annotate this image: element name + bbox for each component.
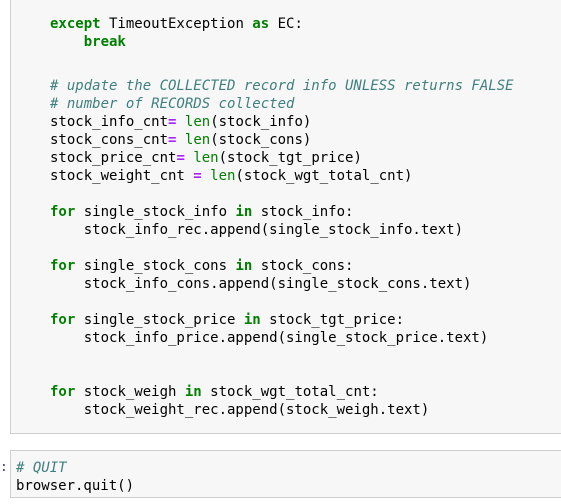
code-line: # number of RECORDS collected	[50, 95, 294, 113]
code-line: for stock_weigh in stock_wgt_total_cnt:	[50, 383, 379, 401]
code-builtin: len	[193, 150, 219, 166]
code-line: for single_stock_cons in stock_cons:	[50, 257, 353, 275]
code-keyword: except	[50, 16, 101, 32]
code-line: stock_info_rec.append(single_stock_info.…	[50, 221, 463, 239]
code-keyword: for	[50, 384, 76, 400]
code-line: stock_weight_rec.append(stock_weigh.text…	[50, 401, 430, 419]
code-keyword: as	[252, 16, 270, 32]
code-text: single_stock_price	[75, 312, 244, 328]
code-text: stock_info_rec.append(single_stock_info.…	[50, 222, 464, 238]
code-text: (stock_cons)	[210, 132, 312, 148]
code-operator: =	[193, 168, 202, 184]
code-operator: =	[176, 150, 185, 166]
code-builtin: len	[210, 168, 236, 184]
code-text: browser.quit()	[16, 478, 135, 494]
code-text: stock_weight_rec.append(stock_weigh.text…	[50, 402, 430, 418]
code-text: (stock_tgt_price)	[218, 150, 362, 166]
code-text: single_stock_cons	[75, 258, 236, 274]
code-keyword: in	[243, 312, 261, 328]
code-line: # QUIT	[16, 459, 67, 477]
code-line: # update the COLLECTED record info UNLES…	[50, 77, 514, 95]
code-text: (stock_info)	[210, 114, 312, 130]
code-text: stock_cons_cnt	[50, 132, 169, 148]
code-line: stock_weight_cnt = len(stock_wgt_total_c…	[50, 167, 412, 185]
code-builtin: len	[184, 114, 211, 130]
code-cell-loop[interactable]: except TimeoutException as EC: break # up…	[10, 0, 561, 434]
code-line: stock_info_cons.append(single_stock_cons…	[50, 275, 472, 293]
code-keyword: in	[184, 384, 202, 400]
code-text: stock_tgt_price:	[260, 312, 405, 328]
code-text: TimeoutException	[100, 16, 253, 32]
code-keyword: in	[235, 204, 253, 220]
code-text: stock_weigh	[75, 384, 185, 400]
code-line: stock_cons_cnt= len(stock_cons)	[50, 131, 311, 149]
code-text: stock_info_cons.append(single_stock_cons…	[50, 276, 472, 292]
code-comment: # update the COLLECTED record info UNLES…	[50, 78, 514, 94]
code-line: for single_stock_info in stock_info:	[50, 203, 353, 221]
code-keyword: for	[50, 204, 76, 220]
code-text: EC:	[269, 16, 303, 32]
code-builtin: len	[184, 132, 211, 148]
code-text: single_stock_info	[75, 204, 236, 220]
code-cell-quit[interactable]: # QUIT browser.quit()	[10, 450, 561, 498]
code-text: (stock_wgt_total_cnt)	[235, 168, 413, 184]
code-line: stock_price_cnt= len(stock_tgt_price)	[50, 149, 362, 167]
code-line: stock_info_price.append(single_stock_pri…	[50, 329, 489, 347]
code-line: break	[50, 33, 126, 51]
code-line: for single_stock_price in stock_tgt_pric…	[50, 311, 404, 329]
code-text: stock_info_cnt	[50, 114, 169, 130]
code-keyword: break	[83, 34, 126, 50]
cell-prompt-marker: :	[0, 460, 8, 475]
code-line: except TimeoutException as EC:	[50, 15, 303, 33]
code-text: stock_info_price.append(single_stock_pri…	[50, 330, 489, 346]
code-text: stock_info:	[252, 204, 354, 220]
code-text: stock_wgt_total_cnt:	[201, 384, 379, 400]
code-text: stock_price_cnt	[50, 150, 177, 166]
code-comment: # number of RECORDS collected	[50, 96, 295, 112]
code-comment: # QUIT	[16, 460, 67, 476]
code-text: stock_cons:	[252, 258, 354, 274]
code-line: browser.quit()	[16, 477, 134, 495]
code-line: stock_info_cnt= len(stock_info)	[50, 113, 311, 131]
code-keyword: for	[50, 312, 76, 328]
code-keyword: in	[235, 258, 253, 274]
code-text: stock_weight_cnt	[50, 168, 194, 184]
code-keyword: for	[50, 258, 76, 274]
